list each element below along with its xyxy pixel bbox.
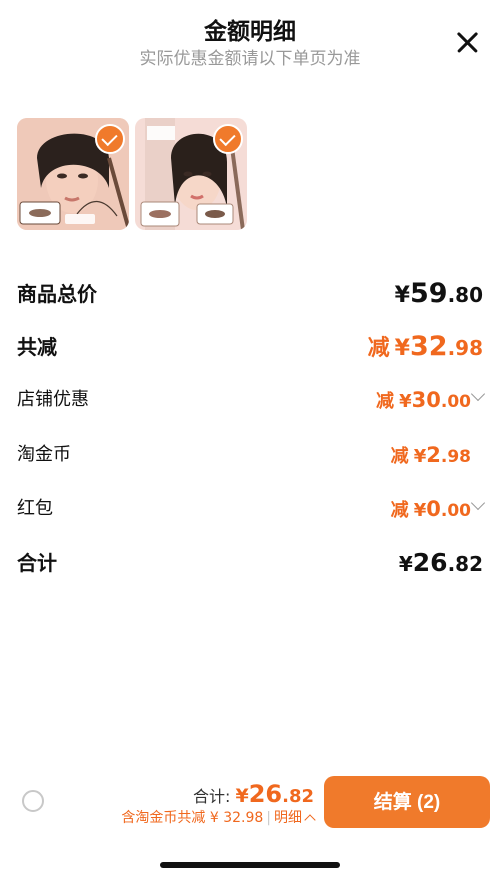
footer-discount-summary[interactable]: 含淘金币共减 ¥ 32.98 | 明细 — [121, 807, 316, 827]
subtotal-row: 商品总价 ¥59.80 — [17, 277, 483, 311]
chevron-down-icon[interactable] — [470, 495, 486, 511]
detail-link[interactable]: 明细 — [274, 810, 302, 826]
checkout-button[interactable]: 结算 (2) — [324, 776, 490, 828]
selected-check-icon — [95, 124, 125, 154]
store-discount-label: 店铺优惠 — [17, 389, 89, 410]
product-thumbnail-2[interactable] — [135, 118, 247, 230]
store-discount-row[interactable]: 店铺优惠 减 ¥30.00 — [17, 383, 486, 417]
hongbao-value: 减 ¥0.00 — [390, 497, 471, 521]
subtotal-value: ¥59.80 — [394, 278, 483, 309]
chevron-up-icon[interactable] — [304, 814, 316, 826]
product-thumbnail-1[interactable] — [17, 118, 129, 230]
close-icon[interactable] — [455, 30, 481, 56]
selected-check-icon — [213, 124, 243, 154]
page-subtitle: 实际优惠金额请以下单页为准 — [139, 49, 361, 69]
total-reduction-row: 共减 减 ¥32.98 — [17, 330, 483, 364]
footer-total: 合计: ¥26.82 — [192, 780, 314, 808]
footer-separator: | — [266, 810, 271, 826]
hongbao-label: 红包 — [17, 498, 53, 519]
taojinbi-label: 淘金币 — [17, 444, 71, 465]
total-value: ¥26.82 — [398, 548, 483, 577]
total-reduction-label: 共减 — [17, 335, 57, 359]
total-label: 合计 — [17, 551, 57, 575]
page-title: 金额明细 — [204, 19, 296, 45]
home-indicator — [160, 862, 340, 868]
subtotal-label: 商品总价 — [17, 282, 97, 306]
hongbao-row[interactable]: 红包 减 ¥0.00 — [17, 492, 486, 526]
footer-discount-text: 含淘金币共减 ¥ 32.98 — [121, 810, 264, 826]
taojinbi-value: 减 ¥2.98 — [390, 443, 471, 467]
taojinbi-row: 淘金币 减 ¥2.98 — [17, 438, 483, 472]
store-discount-value: 减 ¥30.00 — [376, 388, 471, 412]
total-row: 合计 ¥26.82 — [17, 546, 483, 580]
chevron-down-icon[interactable] — [470, 386, 486, 402]
select-all-radio[interactable] — [22, 790, 44, 812]
total-reduction-value: 减 ¥32.98 — [367, 331, 483, 362]
